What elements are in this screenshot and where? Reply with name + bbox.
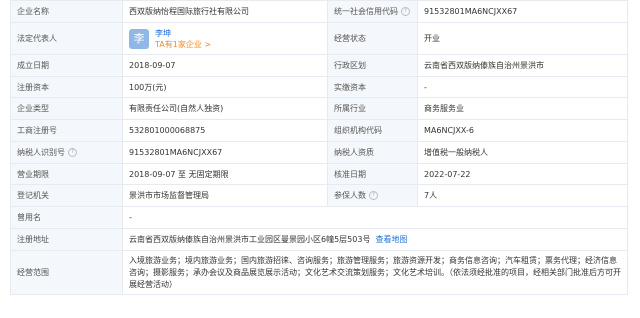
former-name-label: 曾用名 bbox=[10, 206, 123, 229]
authority-value: 景洪市市场监督管理局 bbox=[122, 184, 328, 207]
table-row: 纳税人识别号? 91532801MA6NCJXX67 纳税人资质 增值税一般纳税… bbox=[10, 141, 628, 164]
question-circle-icon[interactable]: ? bbox=[369, 191, 378, 200]
reg-capital-value: 100万(元) bbox=[122, 76, 328, 98]
industry-value: 商务服务业 bbox=[417, 97, 628, 120]
table-row: 法定代表人 李李坤 TA有1家企业 > 经营状态 开业 bbox=[10, 22, 628, 55]
insured-value: 7人 bbox=[417, 184, 628, 207]
company-type-value: 有限责任公司(自然人独资) bbox=[122, 97, 328, 120]
scope-value: 入境旅游业务；境内旅游业务；国内旅游招徕、咨询服务；旅游管理服务；旅游资源开发；… bbox=[122, 250, 628, 295]
table-row: 注册资本 100万(元) 实缴资本 - bbox=[10, 76, 628, 98]
former-name-value: - bbox=[122, 206, 628, 229]
paid-capital-label: 实缴资本 bbox=[327, 76, 418, 98]
taxpayer-qual-label: 纳税人资质 bbox=[327, 141, 418, 164]
taxpayer-qual-value: 增值税一般纳税人 bbox=[417, 141, 628, 164]
scope-label: 经营范围 bbox=[10, 250, 123, 295]
question-circle-icon[interactable]: ? bbox=[401, 7, 410, 16]
company-info-panel: 企业名称 西双版纳怡程国际旅行社有限公司 统一社会信用代码? 91532801M… bbox=[0, 0, 640, 318]
insured-label: 参保人数? bbox=[327, 184, 418, 207]
table-row: 工商注册号 532801000068875 组织机构代码 MA6NCJXX-6 bbox=[10, 119, 628, 142]
table-row: 企业名称 西双版纳怡程国际旅行社有限公司 统一社会信用代码? 91532801M… bbox=[10, 0, 628, 23]
reg-number-value: 532801000068875 bbox=[122, 119, 328, 142]
founded-label: 成立日期 bbox=[10, 54, 123, 77]
term-value: 2018-09-07 至 无固定期限 bbox=[122, 163, 328, 185]
legal-rep-name-link[interactable]: 李坤 bbox=[155, 28, 211, 39]
table-row: 登记机关 景洪市市场监督管理局 参保人数? 7人 bbox=[10, 184, 628, 207]
question-circle-icon[interactable]: ? bbox=[68, 148, 77, 157]
table-row: 注册地址 云南省西双版纳傣族自治州景洪市工业园区曼景园小区6幢5层503号 查看地… bbox=[10, 228, 628, 251]
reg-number-label: 工商注册号 bbox=[10, 119, 123, 142]
org-code-value: MA6NCJXX-6 bbox=[417, 119, 628, 142]
taxpayer-id-value: 91532801MA6NCJXX67 bbox=[122, 141, 328, 164]
industry-label: 所属行业 bbox=[327, 97, 418, 120]
paid-capital-value: - bbox=[417, 76, 628, 98]
company-type-label: 企业类型 bbox=[10, 97, 123, 120]
address-label: 注册地址 bbox=[10, 228, 123, 251]
table-row: 曾用名 - bbox=[10, 206, 628, 229]
approval-date-value: 2022-07-22 bbox=[417, 163, 628, 185]
founded-value: 2018-09-07 bbox=[122, 54, 328, 77]
legal-rep-cell: 李李坤 TA有1家企业 > bbox=[122, 22, 328, 55]
authority-label: 登记机关 bbox=[10, 184, 123, 207]
region-value: 云南省西双版纳傣族自治州景洪市 bbox=[417, 54, 628, 77]
avatar: 李 bbox=[129, 28, 149, 49]
company-name-label: 企业名称 bbox=[10, 0, 123, 23]
credit-code-label: 统一社会信用代码? bbox=[327, 0, 418, 23]
approval-date-label: 核准日期 bbox=[327, 163, 418, 185]
address-cell: 云南省西双版纳傣族自治州景洪市工业园区曼景园小区6幢5层503号 查看地图 bbox=[122, 228, 628, 251]
legal-rep-label: 法定代表人 bbox=[10, 22, 123, 55]
taxpayer-id-label: 纳税人识别号? bbox=[10, 141, 123, 164]
table-row: 企业类型 有限责任公司(自然人独资) 所属行业 商务服务业 bbox=[10, 97, 628, 120]
table-row: 经营范围 入境旅游业务；境内旅游业务；国内旅游招徕、咨询服务；旅游管理服务；旅游… bbox=[10, 250, 628, 295]
company-info-table: 企业名称 西双版纳怡程国际旅行社有限公司 统一社会信用代码? 91532801M… bbox=[10, 0, 628, 295]
address-value: 云南省西双版纳傣族自治州景洪市工业园区曼景园小区6幢5层503号 bbox=[129, 235, 371, 244]
table-row: 成立日期 2018-09-07 行政区划 云南省西双版纳傣族自治州景洪市 bbox=[10, 54, 628, 77]
org-code-label: 组织机构代码 bbox=[327, 119, 418, 142]
table-row: 营业期限 2018-09-07 至 无固定期限 核准日期 2022-07-22 bbox=[10, 163, 628, 185]
region-label: 行政区划 bbox=[327, 54, 418, 77]
view-map-link[interactable]: 查看地图 bbox=[375, 235, 407, 244]
status-label: 经营状态 bbox=[327, 22, 418, 55]
credit-code: 91532801MA6NCJXX67 bbox=[417, 0, 628, 23]
term-label: 营业期限 bbox=[10, 163, 123, 185]
status-value: 开业 bbox=[417, 22, 628, 55]
company-name: 西双版纳怡程国际旅行社有限公司 bbox=[122, 0, 328, 23]
legal-rep-companies-link[interactable]: TA有1家企业 > bbox=[155, 39, 211, 50]
reg-capital-label: 注册资本 bbox=[10, 76, 123, 98]
